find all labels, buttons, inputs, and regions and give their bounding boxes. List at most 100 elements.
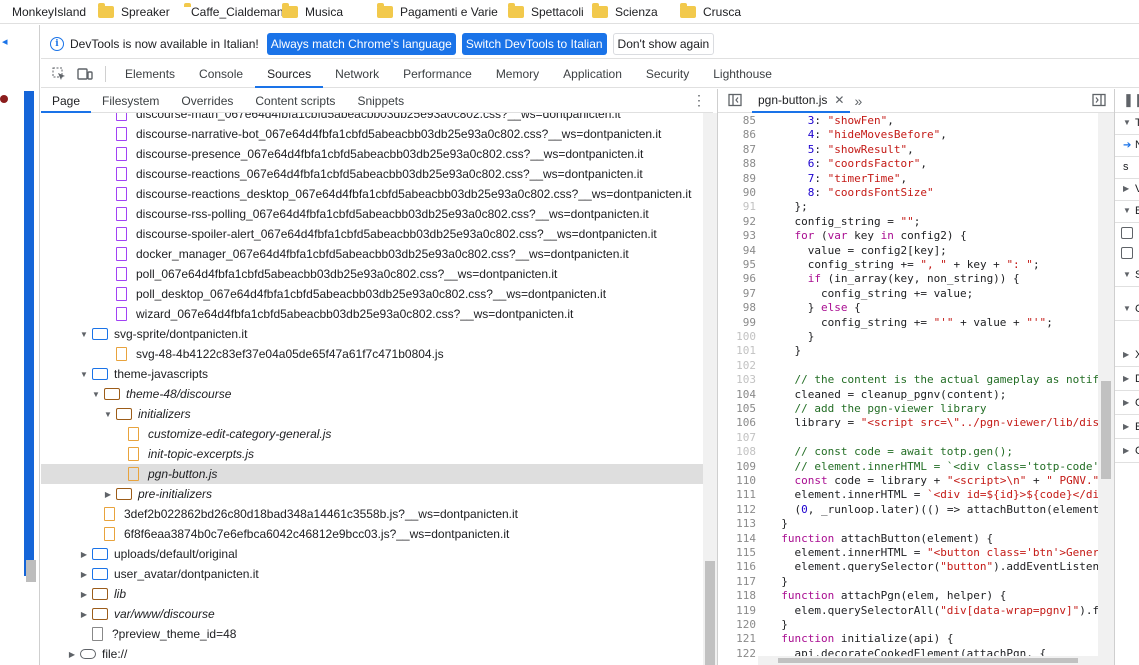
tree-file[interactable]: discourse-presence_067e64d4fbfa1cbfd5abe… (41, 144, 703, 164)
line-number[interactable]: 91 (718, 200, 768, 214)
inspect-element-icon[interactable] (51, 67, 67, 81)
expand-arrow-icon[interactable]: ▼ (1123, 304, 1131, 313)
line-number[interactable]: 89 (718, 172, 768, 186)
line-number[interactable]: 92 (718, 215, 768, 229)
collapse-arrow-icon[interactable]: ▶ (67, 650, 77, 659)
line-number[interactable]: 98 (718, 301, 768, 315)
tab-application[interactable]: Application (551, 60, 634, 88)
bookmark-7[interactable]: Scienza (592, 2, 680, 19)
tab-memory[interactable]: Memory (484, 60, 551, 88)
tree-file[interactable]: discourse-reactions_067e64d4fbfa1cbfd5ab… (41, 164, 703, 184)
line-number[interactable]: 108 (718, 445, 768, 459)
bookmark-2[interactable]: Spreaker (98, 2, 184, 19)
bookmark-6[interactable]: Spettacoli (508, 2, 592, 19)
debugger-section-4[interactable]: ▶V (1115, 179, 1139, 201)
tree-file[interactable]: wizard_067e64d4fbfa1cbfd5abeacbb03db25e9… (41, 304, 703, 324)
debugger-section-10[interactable]: ▶X (1115, 345, 1139, 367)
debugger-section-12[interactable]: ▶G (1115, 393, 1139, 415)
line-number[interactable]: 105 (718, 402, 768, 416)
line-number[interactable]: 87 (718, 143, 768, 157)
pause-icon[interactable]: ❚❚ (1123, 92, 1139, 108)
tree-folder[interactable]: ▶ file:// (41, 644, 703, 664)
checkbox[interactable] (1121, 227, 1133, 239)
debugger-section-9[interactable]: ▼C (1115, 299, 1139, 321)
bookmark-5[interactable]: Pagamenti e Varie (377, 2, 508, 19)
line-number[interactable]: 88 (718, 157, 768, 171)
tree-file[interactable]: discourse-spoiler-alert_067e64d4fbfa1cbf… (41, 224, 703, 244)
tree-file[interactable]: discourse-math_067e64d4fbfa1cbfd5abeacbb… (41, 113, 703, 124)
tree-folder[interactable]: ▶ lib (41, 584, 703, 604)
expand-arrow-icon[interactable]: ▼ (79, 330, 89, 339)
navigator-tab-snippets[interactable]: Snippets (346, 89, 415, 113)
collapse-arrow-icon[interactable]: ▶ (1123, 374, 1129, 383)
line-number[interactable]: 106 (718, 416, 768, 430)
collapse-arrow-icon[interactable]: ▶ (79, 550, 89, 559)
line-number[interactable]: 95 (718, 258, 768, 272)
debugger-section-7[interactable] (1115, 243, 1139, 265)
collapse-arrow-icon[interactable]: ▶ (79, 570, 89, 579)
tree-file[interactable]: 6f8f6eaa3874b0c7e6efbca6042c46812e9bcc03… (41, 524, 703, 544)
collapse-arrow-icon[interactable]: ▶ (1123, 422, 1129, 431)
tree-folder[interactable]: ▼ initializers (41, 404, 703, 424)
bookmark-3[interactable]: Caffe_Cialdemania (184, 2, 293, 19)
tree-folder[interactable]: ▶ var/www/discourse (41, 604, 703, 624)
navigator-tab-overrides[interactable]: Overrides (170, 89, 244, 113)
collapse-arrow-icon[interactable]: ▶ (1123, 350, 1129, 359)
line-number[interactable]: 120 (718, 618, 768, 632)
tree-file[interactable]: ?preview_theme_id=48 (41, 624, 703, 644)
line-number[interactable]: 113 (718, 517, 768, 531)
debugger-section-13[interactable]: ▶E (1115, 417, 1139, 439)
editor-vertical-scrollbar[interactable] (1098, 113, 1114, 665)
line-number[interactable]: 110 (718, 474, 768, 488)
tree-file[interactable]: customize-edit-category-general.js (41, 424, 703, 444)
bookmark-8[interactable]: Crusca (680, 2, 752, 19)
line-number[interactable]: 115 (718, 546, 768, 560)
tab-lighthouse[interactable]: Lighthouse (701, 60, 784, 88)
tab-network[interactable]: Network (323, 60, 391, 88)
collapse-arrow-icon[interactable]: ▶ (1123, 184, 1129, 193)
collapse-arrow-icon[interactable]: ▶ (79, 590, 89, 599)
dont-show-again-button[interactable]: Don't show again (612, 33, 715, 55)
line-number[interactable]: 118 (718, 589, 768, 603)
tree-folder[interactable]: ▼ svg-sprite/dontpanicten.it (41, 324, 703, 344)
tree-file[interactable]: pgn-button.js (41, 464, 703, 484)
line-number[interactable]: 99 (718, 316, 768, 330)
line-number[interactable]: 102 (718, 359, 768, 373)
tree-file[interactable]: discourse-reactions_desktop_067e64d4fbfa… (41, 184, 703, 204)
current-frame-arrow-icon[interactable]: ➔ (1123, 140, 1131, 151)
expand-arrow-icon[interactable]: ▼ (79, 370, 89, 379)
device-toolbar-icon[interactable] (77, 67, 93, 81)
more-options-icon[interactable]: ⋮ (692, 93, 706, 107)
editor-tab-pgn-button[interactable]: pgn-button.js ✕ (752, 88, 851, 113)
expand-arrow-icon[interactable]: ▼ (1123, 118, 1131, 127)
tab-console[interactable]: Console (187, 60, 255, 88)
debugger-section-3[interactable]: s (1115, 157, 1139, 179)
collapse-arrow-icon[interactable]: ▶ (79, 610, 89, 619)
line-number[interactable]: 112 (718, 503, 768, 517)
line-number[interactable]: 114 (718, 532, 768, 546)
checkbox[interactable] (1121, 247, 1133, 259)
bookmark-1[interactable]: MonkeyIsland (12, 5, 98, 19)
more-tabs-icon[interactable]: » (854, 93, 862, 109)
line-number[interactable]: 96 (718, 272, 768, 286)
tree-file[interactable]: init-topic-excerpts.js (41, 444, 703, 464)
tab-sources[interactable]: Sources (255, 60, 324, 88)
line-number[interactable]: 97 (718, 287, 768, 301)
debugger-section-11[interactable]: ▶D (1115, 369, 1139, 391)
page-scrollbar-thumb[interactable] (26, 560, 36, 582)
switch-to-italian-button[interactable]: Switch DevTools to Italian (461, 33, 607, 55)
close-tab-icon[interactable]: ✕ (834, 88, 844, 112)
editor-horizontal-scrollbar[interactable] (758, 656, 1098, 665)
tree-folder[interactable]: ▼ theme-48/discourse (41, 384, 703, 404)
file-tree-scrollbar[interactable] (703, 113, 717, 665)
tree-folder[interactable]: ▶ uploads/default/original (41, 544, 703, 564)
debugger-section-6[interactable] (1115, 223, 1139, 245)
line-number[interactable]: 119 (718, 604, 768, 618)
tab-performance[interactable]: Performance (391, 60, 484, 88)
tree-file[interactable]: poll_067e64d4fbfa1cbfd5abeacbb03db25e93a… (41, 264, 703, 284)
navigator-tab-page[interactable]: Page (41, 89, 92, 113)
line-number[interactable]: 85 (718, 114, 768, 128)
code-editor[interactable]: 85 3: "showFen", 86 4: "hideMovesBefore",… (718, 113, 1098, 665)
tree-folder[interactable]: ▶ pre-initializers (41, 484, 703, 504)
line-number[interactable]: 101 (718, 344, 768, 358)
